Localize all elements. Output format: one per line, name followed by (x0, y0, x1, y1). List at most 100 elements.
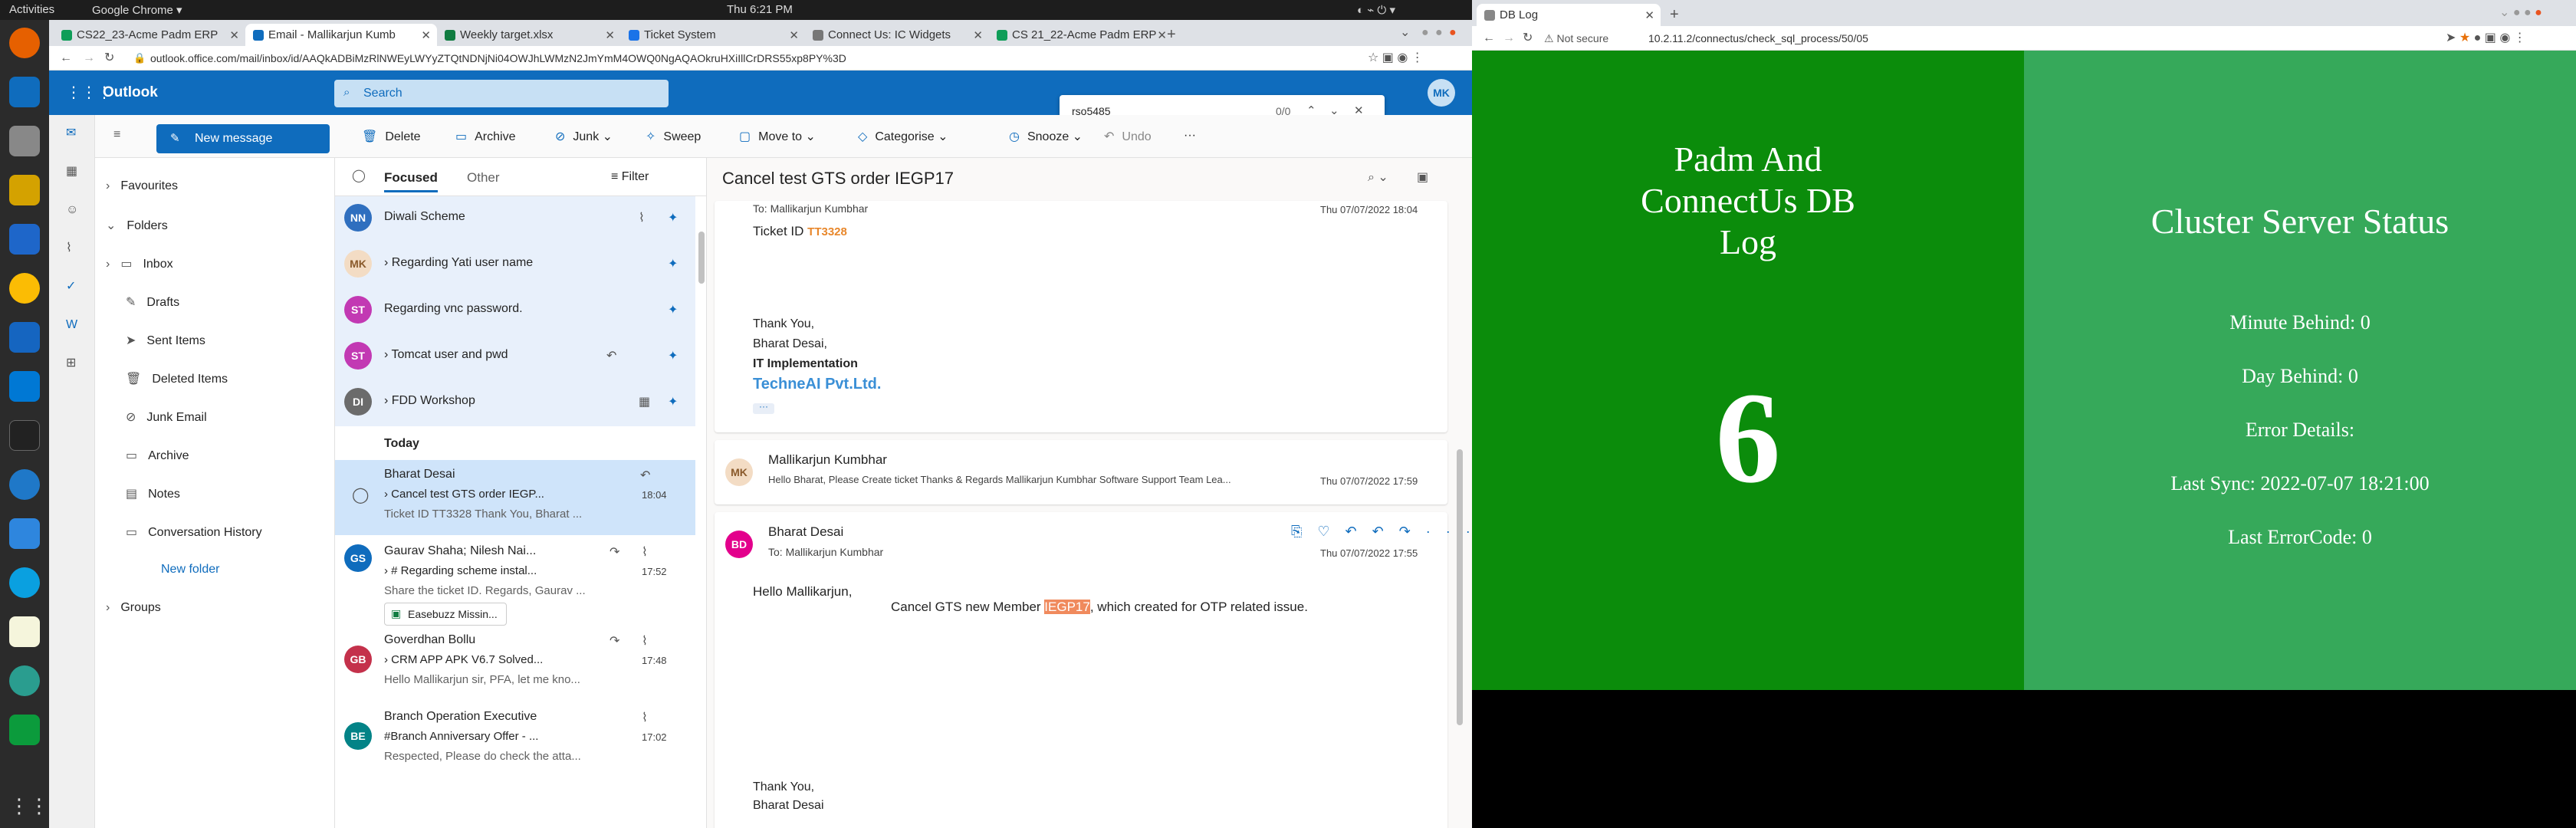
list-item[interactable]: › FDD Workshop (384, 394, 475, 408)
new-folder-link[interactable]: New folder (161, 563, 219, 577)
delete-button[interactable]: 🗑 Delete (362, 129, 421, 144)
url-field[interactable]: outlook.office.com/mail/inbox/id/AAQkADB… (150, 52, 1316, 64)
categorise-button[interactable]: ◇ Categorise ⌄ (858, 129, 948, 144)
list-item[interactable]: Diwali Scheme (384, 210, 465, 224)
list-item[interactable]: › Regarding Yati user name (384, 256, 533, 270)
vpn-icon[interactable] (9, 665, 40, 696)
tab-other[interactable]: Other (467, 170, 500, 186)
show-more-button[interactable]: ··· (753, 402, 774, 414)
notes-icon[interactable] (9, 616, 40, 647)
minimize-icon[interactable]: ● (1421, 27, 1429, 39)
zoom-icon[interactable]: ⌕ ⌄ (1368, 172, 1388, 184)
terminal-icon[interactable] (9, 420, 40, 451)
back-icon[interactable]: ← (1483, 32, 1495, 44)
select-checkbox-icon[interactable]: ◯ (352, 488, 369, 503)
app-icon[interactable] (9, 175, 40, 205)
folder-notes[interactable]: ▤ Notes (126, 486, 180, 501)
pin-icon[interactable]: ✦ (668, 348, 678, 363)
folder-conversation-history[interactable]: ▭ Conversation History (126, 524, 262, 540)
attach-icon[interactable]: ⌇ (66, 242, 72, 255)
not-secure-badge[interactable]: ⚠ Not secure (1544, 32, 1608, 45)
clock[interactable]: Thu 6:21 PM (727, 3, 793, 16)
firefox-icon[interactable] (9, 28, 40, 58)
writer-icon[interactable] (9, 224, 40, 255)
phone-icon[interactable] (9, 567, 40, 598)
tab-ticket-system[interactable]: Ticket System ✕ (621, 24, 805, 46)
sheets-icon[interactable] (9, 715, 40, 745)
remmina-icon[interactable] (9, 518, 40, 549)
activities-button[interactable]: Activities (9, 3, 54, 16)
select-all-icon[interactable]: ◯ (352, 170, 366, 182)
pin-icon[interactable]: ✦ (668, 302, 678, 317)
reading-scrollbar[interactable] (1457, 449, 1463, 725)
vscode-icon[interactable] (9, 371, 40, 402)
tab-focused[interactable]: Focused (384, 170, 438, 192)
folder-sent[interactable]: ➤ Sent Items (126, 333, 205, 348)
todo-icon[interactable] (9, 322, 40, 353)
forward-icon[interactable]: → (83, 52, 95, 64)
favourites-toggle[interactable]: › Favourites (106, 179, 178, 193)
tray-icons[interactable]: ◐ ⌁ ⏻ ▾ (1357, 3, 1395, 17)
more-icon[interactable]: ··· (1184, 129, 1196, 143)
help-icon[interactable] (9, 469, 40, 500)
apps-rail-icon[interactable]: ⊞ (66, 357, 76, 370)
move-to-button[interactable]: ▢ Move to ⌄ (739, 129, 816, 144)
extensions-icon[interactable]: ☆ ▣ ◉ ⋮ (1368, 52, 1424, 64)
pin-icon[interactable]: ✦ (668, 256, 678, 271)
undo-button[interactable]: ↶ Undo (1104, 129, 1152, 144)
reload-icon[interactable]: ↻ (104, 52, 114, 64)
people-icon[interactable]: ☺ (66, 204, 78, 216)
todo-rail-icon[interactable]: ✓ (66, 281, 76, 293)
sender-name[interactable]: Branch Operation Executive (384, 710, 614, 724)
search-input[interactable]: Search (363, 87, 402, 100)
mail-icon[interactable]: ✉ (66, 127, 76, 140)
close-window-icon[interactable]: ● (1449, 27, 1457, 39)
sender-name[interactable]: Gaurav Shaha; Nilesh Nai... (384, 544, 599, 558)
app-menu[interactable]: Google Chrome ▾ (92, 3, 182, 17)
collapsed-message[interactable]: MK Mallikarjun Kumbhar Hello Bharat, Ple… (715, 440, 1447, 504)
folder-inbox[interactable]: › ▭ Inbox (106, 256, 173, 271)
list-item[interactable]: › Tomcat user and pwd (384, 348, 508, 362)
app-grid-icon[interactable]: ⋮⋮ (9, 794, 49, 825)
tab-db-log[interactable]: DB Log ✕ (1477, 4, 1661, 26)
sender-name[interactable]: Goverdhan Bollu (384, 633, 475, 647)
tab-connect-us[interactable]: Connect Us: IC Widgets ✕ (805, 24, 989, 46)
files-icon[interactable] (9, 126, 40, 156)
folders-toggle[interactable]: ⌄ Folders (106, 218, 168, 233)
reload-icon[interactable]: ↻ (1523, 32, 1533, 44)
junk-button[interactable]: ⊘ Junk ⌄ (555, 129, 613, 144)
attachment-chip[interactable]: ▣ Easebuzz Missin... (384, 603, 507, 626)
folder-archive[interactable]: ▭ Archive (126, 448, 189, 463)
toolbar-icons[interactable]: ➤ ★ ● ▣ ◉ ⋮ (2446, 32, 2526, 44)
search-box[interactable]: ⌕ Search (334, 80, 669, 107)
groups-toggle[interactable]: › Groups (106, 601, 161, 615)
pin-icon[interactable]: ✦ (668, 394, 678, 409)
new-tab-icon[interactable]: + (1670, 7, 1679, 22)
window-controls[interactable]: ⌄ ● ● ● (2499, 7, 2542, 19)
user-avatar[interactable]: MK (1428, 79, 1455, 107)
back-icon[interactable]: ← (60, 52, 72, 64)
word-rail-icon[interactable]: W (66, 319, 77, 331)
maximize-icon[interactable]: ● (1435, 27, 1443, 39)
list-item[interactable]: Regarding vnc password. (384, 302, 523, 316)
forward-icon[interactable]: → (1503, 32, 1515, 44)
folder-drafts[interactable]: ✎ Drafts (126, 294, 179, 310)
new-message-button[interactable]: ✎ New message (156, 124, 330, 153)
new-tab-icon[interactable]: + (1167, 27, 1176, 42)
folder-deleted[interactable]: 🗑 Deleted Items (126, 371, 228, 386)
tab-email[interactable]: Email - Mallikarjun Kumb ✕ (245, 24, 437, 46)
lock-icon[interactable]: 🔒 (133, 53, 146, 63)
list-scrollbar[interactable] (698, 232, 705, 284)
url-field[interactable]: 10.2.11.2/connectus/check_sql_process/50… (1648, 32, 1868, 44)
filter-button[interactable]: ≡ Filter (611, 170, 649, 184)
folder-junk[interactable]: ⊘ Junk Email (126, 409, 207, 425)
popout-icon[interactable]: ▣ (1417, 172, 1428, 184)
tab-erp-2[interactable]: CS 21_22-Acme Padm ERP ✕ (989, 24, 1173, 46)
sweep-button[interactable]: ✧ Sweep (646, 129, 701, 144)
hamburger-icon[interactable]: ≡ (113, 129, 120, 141)
outlook-brand[interactable]: Outlook (103, 84, 158, 101)
outlook-icon[interactable] (9, 77, 40, 107)
tab-weekly-target[interactable]: Weekly target.xlsx ✕ (437, 24, 621, 46)
tab-search-icon[interactable]: ⌄ (1400, 27, 1410, 39)
pin-icon[interactable]: ✦ (668, 210, 678, 225)
